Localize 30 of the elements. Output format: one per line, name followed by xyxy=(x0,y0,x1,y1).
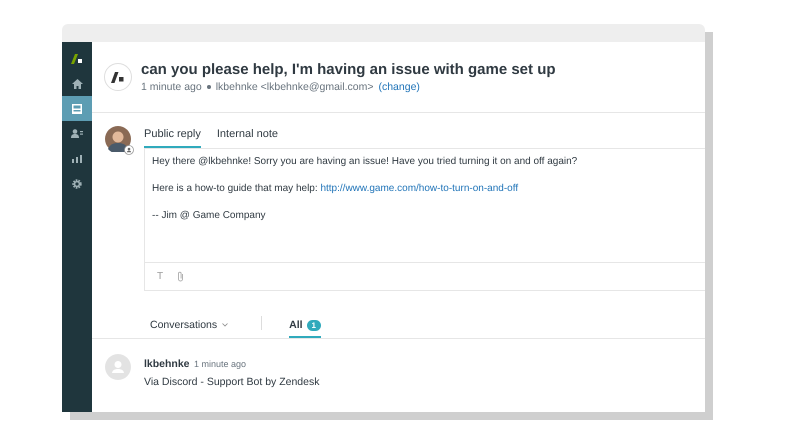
users-icon[interactable] xyxy=(71,129,83,138)
conversation-tab[interactable]: All 1 xyxy=(289,319,321,338)
change-link[interactable]: (change) xyxy=(378,81,420,93)
chevron-down-icon xyxy=(222,323,228,327)
message-line: -- Jim @ Game Company xyxy=(152,209,267,222)
event-text: Via Discord - Support Bot by Zendesk xyxy=(144,376,320,388)
message-line: Here is a how-to guide that may help: http://www.game.com/how-to-turn-on-and-off xyxy=(152,182,520,195)
user-badge-icon xyxy=(124,145,134,155)
event-author: lkbehnke xyxy=(144,358,190,370)
avatar-icon xyxy=(105,354,131,380)
bar-chart-icon[interactable] xyxy=(72,154,82,162)
ticket-time: 1 minute ago xyxy=(141,81,202,93)
reply-tab[interactable]: Public reply xyxy=(144,126,201,148)
settings-icon[interactable] xyxy=(72,178,82,188)
home-icon[interactable] xyxy=(72,78,82,88)
reply-tab[interactable]: Internal note xyxy=(216,126,278,148)
requester: lkbehnke <lkbehnke@gmail.com> xyxy=(216,81,374,93)
avatar-icon xyxy=(105,126,131,152)
guide-link[interactable]: http://www.game.com/how-to-turn-on-and-off xyxy=(320,183,518,194)
event-time: 1 minute ago xyxy=(194,359,246,369)
reply-editor[interactable]: Hey there @lkbehnke! Sorry you are having an issue! Have you tried turning it on and off again? Here is a how-to guide that may help: http://www.game.com/how-to-turn-on-and-off -- Jim @ Game Company T xyxy=(144,148,705,291)
count-badge: 1 xyxy=(306,320,321,330)
conversations-dropdown[interactable]: Conversations xyxy=(144,318,234,338)
ticket-logo-icon xyxy=(104,63,132,91)
logo-icon[interactable] xyxy=(71,54,83,64)
separator-dot-icon xyxy=(206,85,211,89)
message-line: Hey there @lkbehnke! Sorry you are having an issue! Have you tried turning it on and off again? xyxy=(152,155,578,168)
inbox-icon[interactable] xyxy=(72,104,82,114)
paperclip-icon[interactable] xyxy=(177,271,184,282)
ticket-title: can you please help, I'm having an issue with game set up xyxy=(141,61,556,78)
